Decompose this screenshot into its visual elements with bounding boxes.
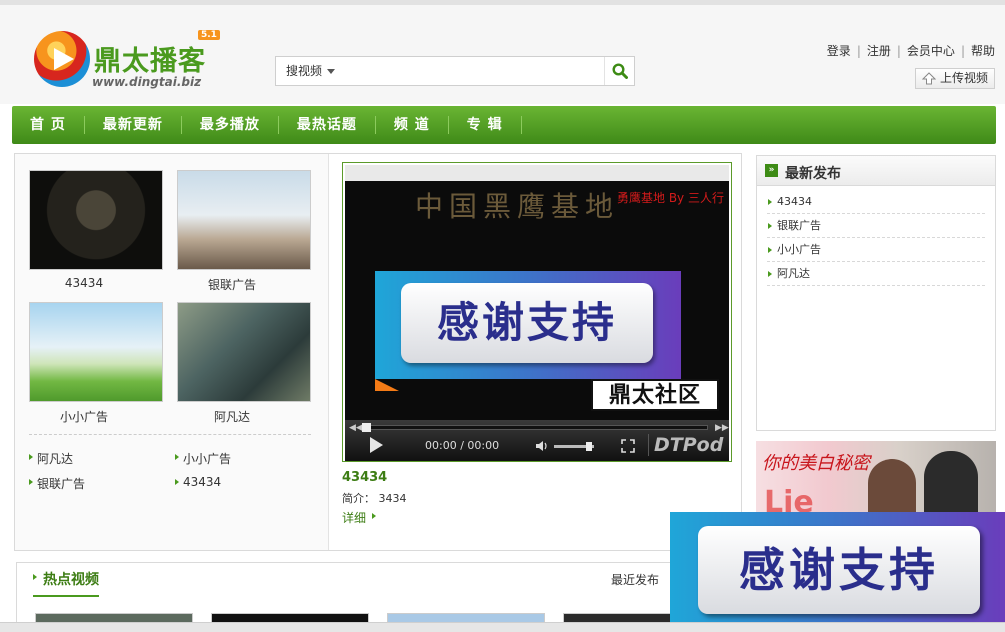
video-link[interactable]: 银联广告: [29, 475, 85, 492]
login-link[interactable]: 登录: [827, 44, 851, 58]
search-type-label: 搜视频: [286, 64, 323, 78]
logo-version-badge: 5.1: [198, 30, 220, 40]
video-description-value: 3434: [378, 492, 407, 505]
latest-release-item[interactable]: 银联广告: [767, 214, 985, 238]
latest-release-item[interactable]: 小小广告: [767, 238, 985, 262]
register-link[interactable]: 注册: [867, 44, 891, 58]
player-controls: ◀◀ ▶▶ 00:00 / 00:00 DTPod: [345, 420, 729, 461]
search-type-dropdown[interactable]: 搜视频: [276, 57, 346, 85]
upload-icon: [922, 72, 936, 85]
main-nav: 首 页 最新更新 最多播放 最热话题 频 道 专 辑: [12, 106, 996, 144]
thanks-banner-text: 感谢支持: [436, 298, 617, 347]
player-brand: DTPod: [648, 434, 723, 456]
video-thumb[interactable]: 43434: [29, 170, 163, 290]
floating-ad[interactable]: 感谢支持: [670, 512, 1005, 632]
video-thumbnail-image[interactable]: [29, 170, 163, 270]
seek-back-icon[interactable]: ◀◀: [349, 423, 363, 433]
video-thumb[interactable]: 小小广告: [29, 302, 163, 425]
nav-item-latest-updates[interactable]: 最新更新: [85, 116, 182, 134]
timecode: 00:00 / 00:00: [425, 439, 500, 452]
search-input[interactable]: [350, 60, 602, 82]
video-thumb-caption[interactable]: 银联广告: [177, 276, 287, 293]
member-center-link[interactable]: 会员中心: [907, 44, 955, 58]
nav-item-hot-topics[interactable]: 最热话题: [279, 116, 376, 134]
nav-item-channels[interactable]: 频 道: [376, 116, 449, 134]
screen-window-bar: [345, 165, 729, 181]
tab-recent-releases[interactable]: 最近发布: [611, 571, 659, 588]
top-links: 登录 | 注册 | 会员中心 | 帮助: [827, 42, 995, 59]
screen-title: 中国黑鹰基地: [415, 190, 620, 223]
video-screen[interactable]: 中国黑鹰基地 勇鹰基地 By 三人行 感谢支持 鼎太社区: [345, 165, 729, 420]
chevron-down-icon: [327, 69, 336, 74]
double-arrow-icon: »: [765, 164, 778, 177]
logo-title: 鼎太播客: [94, 46, 206, 77]
thanks-banner-plate: 感谢支持: [401, 283, 653, 363]
latest-release-item[interactable]: 43434: [767, 190, 985, 214]
search-icon: [612, 63, 628, 79]
search-bar: 搜视频: [275, 56, 635, 86]
site-logo[interactable]: 鼎太播客 5.1 www.dingtai.biz: [34, 27, 234, 107]
site-header: 鼎太播客 5.1 www.dingtai.biz 搜视频 登录 | 注册 | 会员中心 |…: [0, 0, 1005, 104]
divider: [29, 434, 311, 435]
logo-play-icon: [34, 31, 90, 87]
video-thumb-caption[interactable]: 小小广告: [29, 408, 139, 425]
seek-forward-icon[interactable]: ▶▶: [715, 423, 729, 433]
nav-item-albums[interactable]: 专 辑: [449, 116, 522, 134]
video-title[interactable]: 43434: [342, 470, 387, 485]
fullscreen-icon[interactable]: [621, 439, 635, 453]
video-thumb-caption[interactable]: 阿凡达: [177, 408, 287, 425]
video-thumbnail-image[interactable]: [29, 302, 163, 402]
club-watermark: 鼎太社区: [591, 379, 719, 411]
video-thumb[interactable]: 银联广告: [177, 170, 311, 293]
sidebar-ad-image[interactable]: 你的美白秘密 Lie: [756, 441, 996, 523]
video-thumbnail-image[interactable]: [177, 170, 311, 270]
orange-play-icon: [375, 379, 399, 391]
thumbnail-grid: 43434 银联广告 小小广告 阿凡达 阿凡达 小小广告 银联广告 43434: [15, 154, 329, 550]
video-link[interactable]: 小小广告: [175, 450, 231, 467]
floating-ad-text: 感谢支持: [739, 543, 939, 597]
video-description-label: 简介：: [342, 492, 375, 505]
video-player[interactable]: 中国黑鹰基地 勇鹰基地 By 三人行 感谢支持 鼎太社区 ◀◀ ▶▶ 00:00…: [342, 162, 732, 462]
latest-releases-title: 最新发布: [785, 166, 841, 182]
featured-section: 43434 银联广告 小小广告 阿凡达 阿凡达 小小广告 银联广告 43434 …: [14, 153, 742, 551]
latest-release-item[interactable]: 阿凡达: [767, 262, 985, 286]
upload-video-button[interactable]: 上传视频: [915, 68, 995, 89]
help-link[interactable]: 帮助: [971, 44, 995, 58]
hot-videos-title: 热点视频: [33, 569, 99, 597]
screen-credit: 勇鹰基地 By 三人行: [617, 191, 724, 205]
video-thumbnail-image[interactable]: [177, 302, 311, 402]
upload-video-label: 上传视频: [940, 71, 989, 85]
progress-handle[interactable]: [362, 423, 371, 432]
video-thumb[interactable]: 阿凡达: [177, 302, 311, 425]
video-thumb-caption[interactable]: 43434: [29, 276, 139, 290]
latest-releases-list: 43434 银联广告 小小广告 阿凡达: [757, 186, 995, 286]
latest-releases-panel: » 最新发布 43434 银联广告 小小广告 阿凡达: [756, 155, 996, 431]
separator: |: [960, 44, 965, 58]
nav-item-most-played[interactable]: 最多播放: [182, 116, 279, 134]
video-description: 简介： 3434: [342, 490, 407, 506]
nav-item-home[interactable]: 首 页: [14, 116, 85, 134]
latest-releases-header: » 最新发布: [757, 156, 995, 186]
search-button[interactable]: [604, 57, 634, 85]
video-link[interactable]: 阿凡达: [29, 450, 73, 467]
logo-url: www.dingtai.biz: [92, 75, 202, 89]
separator: |: [856, 44, 861, 58]
video-details-link[interactable]: 详细: [342, 509, 377, 526]
video-link[interactable]: 43434: [175, 475, 221, 489]
play-icon[interactable]: [370, 437, 383, 453]
separator: |: [896, 44, 901, 58]
horizontal-scrollbar[interactable]: [0, 622, 1005, 632]
volume-handle[interactable]: [586, 442, 592, 451]
ad-script-text: 你的美白秘密: [762, 453, 870, 474]
progress-bar[interactable]: [362, 423, 708, 432]
volume-icon[interactable]: [535, 440, 549, 452]
floating-ad-plate: 感谢支持: [698, 526, 980, 614]
thanks-banner: 感谢支持: [375, 271, 681, 379]
